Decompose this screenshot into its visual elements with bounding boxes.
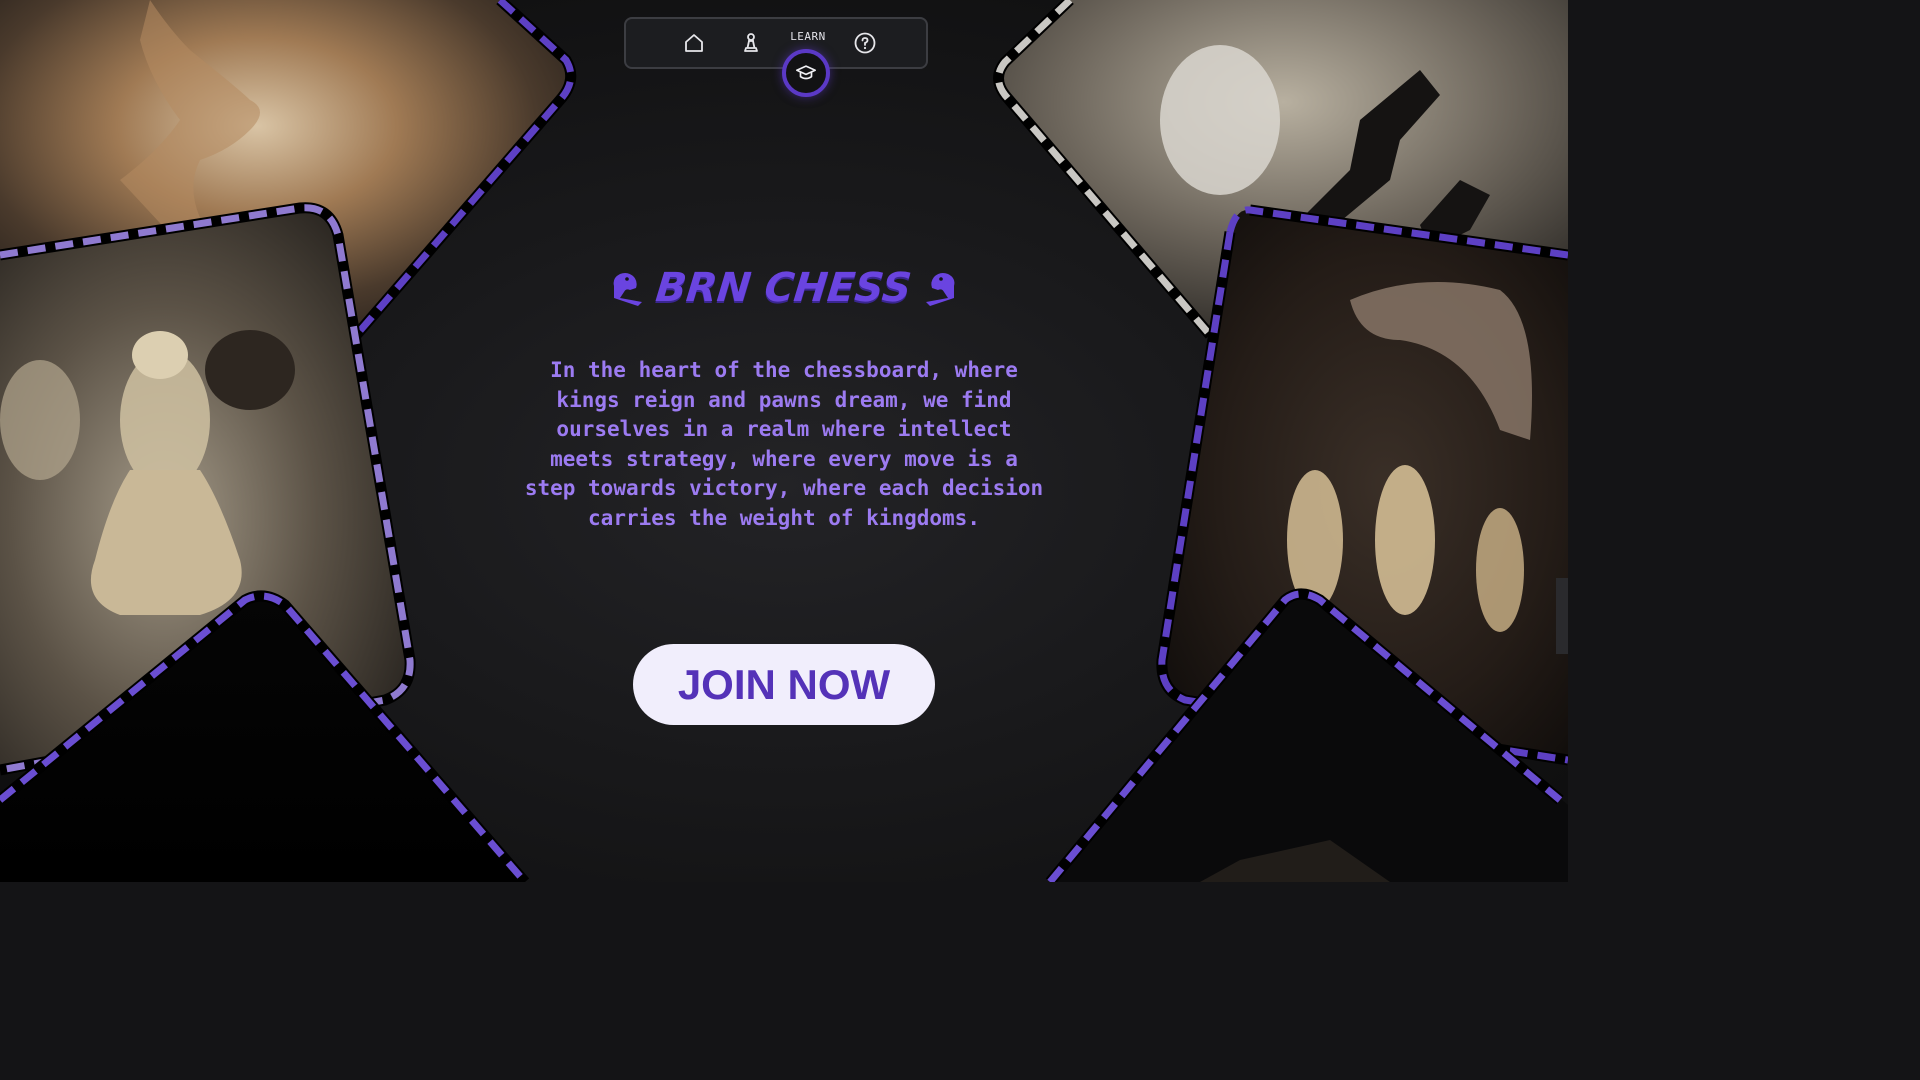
nav-learn-label: LEARN: [790, 30, 826, 43]
help-icon: [854, 32, 876, 54]
hero-tagline: In the heart of the chessboard, where ki…: [524, 358, 1044, 530]
brand-heading: BRN CHESS: [560, 258, 1008, 318]
nav-learn-button[interactable]: [782, 49, 830, 97]
knight-icon-left: [608, 268, 644, 308]
brand-title: BRN CHESS: [654, 265, 914, 311]
pawn-icon: [744, 33, 758, 52]
home-icon: [685, 34, 703, 52]
join-now-button[interactable]: JOIN NOW: [633, 644, 935, 725]
scrollbar-thumb[interactable]: [1556, 578, 1568, 654]
nav-play-button[interactable]: [737, 29, 765, 57]
nav-home-button[interactable]: [680, 29, 708, 57]
page: LEARN BRN CHESS In the heart of the ches…: [0, 0, 1568, 882]
graduation-cap-icon: [796, 65, 816, 80]
nav-help-button[interactable]: [851, 29, 879, 57]
top-nav: LEARN: [624, 17, 928, 69]
knight-icon-right: [924, 268, 960, 308]
